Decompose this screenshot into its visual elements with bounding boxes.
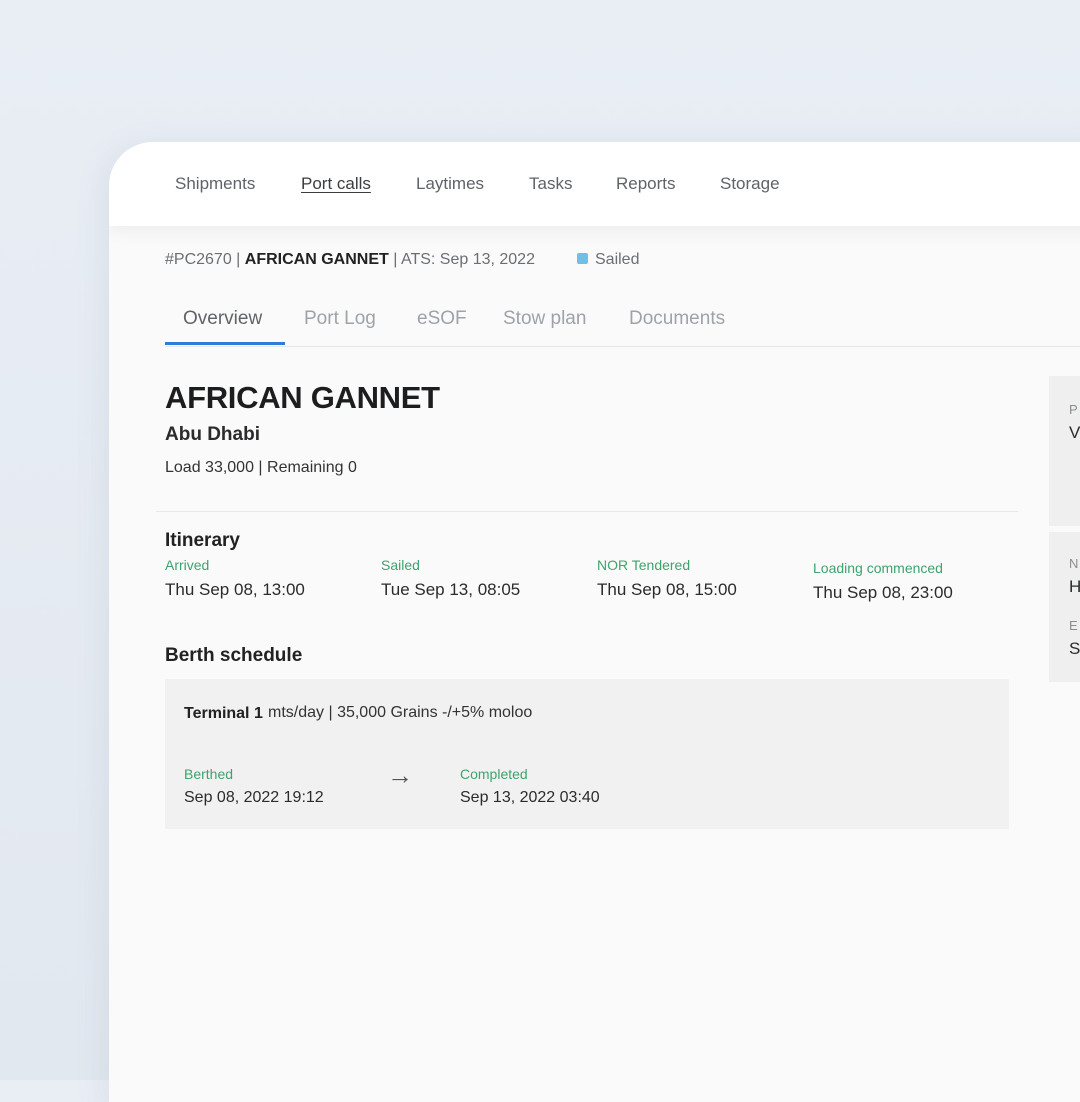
side-card-secondary: N H E S — [1049, 532, 1080, 682]
terminal-name: Terminal 1 — [184, 705, 263, 722]
berth-schedule-title: Berth schedule — [165, 645, 303, 666]
load-summary: Load 33,000 | Remaining 0 — [165, 459, 357, 476]
app-window: Shipments Port calls Laytimes Tasks Repo… — [109, 142, 1080, 1102]
side-card-value: V — [1069, 423, 1080, 442]
nav-storage[interactable]: Storage — [720, 174, 780, 194]
berth-card[interactable]: Terminal 1 mts/day | 35,000 Grains -/+5%… — [165, 679, 1009, 829]
side-card-primary: P V — [1049, 376, 1080, 526]
tab-esof[interactable]: eSOF — [417, 308, 467, 330]
vessel-title: AFRICAN GANNET — [165, 380, 440, 415]
itinerary-sailed-label: Sailed — [381, 557, 420, 573]
side-card-label: N — [1069, 556, 1079, 571]
active-tab-indicator — [165, 342, 285, 345]
tab-overview[interactable]: Overview — [183, 308, 262, 330]
port-name: Abu Dhabi — [165, 424, 260, 445]
section-divider — [156, 511, 1018, 512]
itinerary-arrived-value: Thu Sep 08, 13:00 — [165, 580, 305, 599]
port-call-content: #PC2670 | AFRICAN GANNET | ATS: Sep 13, … — [148, 226, 1080, 1102]
berthed-label: Berthed — [184, 766, 234, 782]
itinerary-loading-label: Loading commenced — [813, 560, 943, 576]
port-call-id: #PC2670 — [165, 251, 232, 268]
status-text: Sailed — [595, 251, 640, 268]
berth-description: mts/day | 35,000 Grains -/+5% moloo — [268, 704, 533, 721]
itinerary-loading-value: Thu Sep 08, 23:00 — [813, 583, 953, 602]
ats-date: ATS: Sep 13, 2022 — [400, 251, 535, 268]
status-badge: Sailed — [577, 250, 639, 270]
side-card-label: P — [1069, 402, 1078, 417]
side-card-value: H — [1069, 577, 1080, 596]
itinerary-nor-value: Thu Sep 08, 15:00 — [597, 580, 737, 599]
nav-port-calls[interactable]: Port calls — [301, 174, 371, 194]
itinerary-arrived-label: Arrived — [165, 557, 210, 573]
itinerary-title: Itinerary — [165, 530, 240, 551]
completed-value: Sep 13, 2022 03:40 — [460, 789, 600, 806]
arrow-right-icon: → — [387, 760, 413, 790]
itinerary-sailed-value: Tue Sep 13, 08:05 — [381, 580, 521, 599]
separator: | — [393, 251, 401, 268]
nav-shipments[interactable]: Shipments — [175, 174, 255, 194]
tab-documents[interactable]: Documents — [629, 308, 725, 330]
tab-port-log[interactable]: Port Log — [304, 308, 376, 330]
top-navigation: Shipments Port calls Laytimes Tasks Repo… — [109, 142, 1080, 226]
nav-reports[interactable]: Reports — [616, 174, 676, 194]
breadcrumb: #PC2670 | AFRICAN GANNET | ATS: Sep 13, … — [165, 250, 535, 270]
nav-tasks[interactable]: Tasks — [529, 174, 572, 194]
berthed-value: Sep 08, 2022 19:12 — [184, 789, 324, 806]
side-card-value: S — [1069, 639, 1080, 658]
status-dot-icon — [577, 253, 588, 264]
tab-bar: Overview Port Log eSOF Stow plan Documen… — [165, 308, 1080, 347]
tab-stow-plan[interactable]: Stow plan — [503, 308, 586, 330]
separator: | — [236, 251, 245, 268]
completed-label: Completed — [460, 766, 528, 782]
side-card-label: E — [1069, 618, 1078, 633]
nav-laytimes[interactable]: Laytimes — [416, 174, 484, 194]
breadcrumb-vessel-name: AFRICAN GANNET — [244, 251, 389, 268]
itinerary-nor-label: NOR Tendered — [597, 557, 691, 573]
